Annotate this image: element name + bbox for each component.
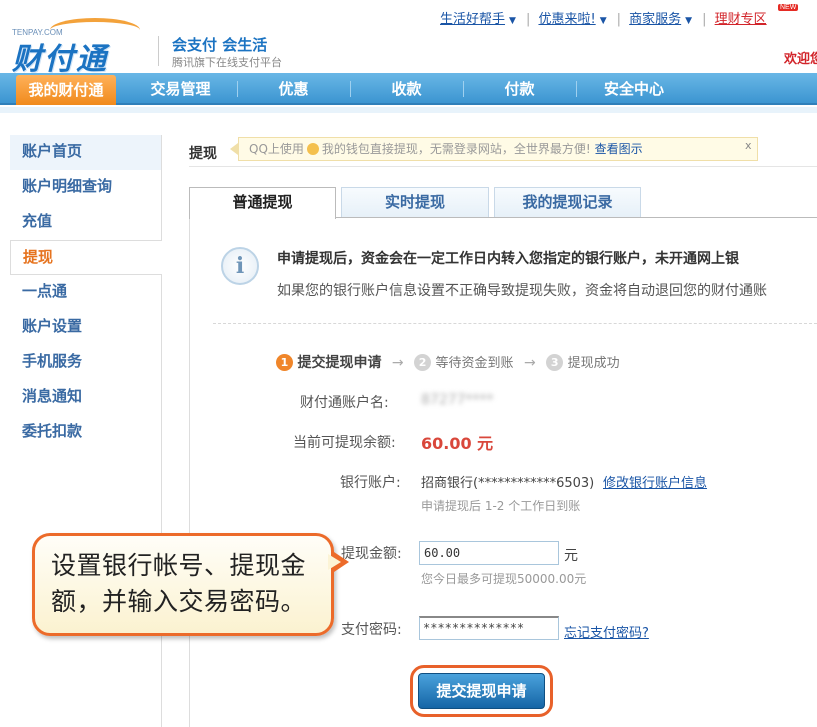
nav-my-tenpay[interactable]: 我的财付通 (16, 75, 116, 105)
amount-input[interactable]: 60.00 (419, 541, 559, 565)
tab-normal-withdraw[interactable]: 普通提现 (189, 187, 336, 219)
arrow-right-icon: → (391, 355, 404, 371)
logo-text: 财付通 (12, 42, 108, 77)
instruction-callout: 设置银行帐号、提现金 额，并输入交易密码。 (32, 533, 334, 636)
submit-withdraw-button[interactable]: 提交提现申请 (418, 673, 545, 709)
password-field[interactable]: ************** (419, 616, 559, 640)
callout-text: 设置银行帐号、提现金 额，并输入交易密码。 (51, 548, 331, 620)
bank-hint: 申请提现后 1-2 个工作日到账 (421, 499, 581, 513)
chevron-down-icon[interactable]: ▼ (685, 16, 692, 26)
nav-divider (237, 81, 238, 97)
nav-divider (576, 81, 577, 97)
tip-pointer (230, 143, 238, 155)
info-icon: i (221, 247, 259, 285)
sidebar-item-statement[interactable]: 账户明细查询 (10, 170, 161, 205)
logo-divider (158, 36, 159, 66)
nav-divider (350, 81, 351, 97)
divider: | (525, 12, 531, 27)
amount-unit: 元 (564, 548, 578, 564)
nav-pay[interactable]: 付款 (467, 73, 572, 105)
account-value: 87277**** (421, 392, 494, 408)
step-2-number: 2 (414, 354, 432, 371)
step-2-label: 等待资金到账 (435, 356, 514, 371)
modify-bank-link[interactable]: 修改银行账户信息 (603, 472, 707, 491)
tip-banner: QQ上使用 我的钱包直接提现，无需登录网站，全世界最方便! 查看图示 (238, 137, 758, 161)
amount-hint: 您今日最多可提现50000.00元 (421, 572, 587, 586)
bank-value: 招商银行(************6503) (421, 476, 595, 491)
tip-prefix: QQ上使用 (249, 142, 304, 156)
tab-instant-withdraw[interactable]: 实时提现 (341, 187, 489, 218)
progress-steps: 1 提交提现申请 → 2 等待资金到账 → 3 提现成功 (276, 352, 620, 372)
password-label: 支付密码: (341, 622, 402, 638)
sub-nav-bar (0, 107, 817, 113)
welcome-text: 欢迎您 (784, 52, 817, 67)
chevron-down-icon[interactable]: ▼ (509, 16, 516, 26)
callout-pointer-inner (328, 554, 341, 570)
divider: | (702, 12, 707, 27)
divider (213, 323, 817, 324)
page-title: 提现 (189, 146, 217, 162)
nav-receive[interactable]: 收款 (354, 73, 459, 105)
amount-label: 提现金额: (341, 546, 402, 562)
chevron-down-icon[interactable]: ▼ (600, 16, 607, 26)
account-label: 财付通账户名: (300, 395, 389, 411)
nav-transactions[interactable]: 交易管理 (128, 73, 233, 105)
sidebar-item-topup[interactable]: 充值 (10, 205, 161, 240)
step-1-number: 1 (276, 354, 293, 371)
notice-line-2: 如果您的银行账户信息设置不正确导致提现失败，资金将自动退回您的财付通账 (277, 283, 767, 299)
balance-value: 60.00 元 (421, 434, 494, 453)
slogan-title: 会支付 会生活 (172, 36, 268, 54)
top-link-finance[interactable]: 理财专区 (715, 12, 767, 27)
sidebar-item-messages[interactable]: 消息通知 (10, 380, 161, 415)
forgot-password-link[interactable]: 忘记支付密码? (564, 622, 649, 641)
top-links: 生活好帮手 ▼ | 优惠来啦! ▼ | 商家服务 ▼ | 理财专区 (440, 8, 767, 27)
main-nav: 我的财付通 交易管理 优惠 收款 付款 安全中心 (0, 73, 817, 105)
balance-label: 当前可提现余额: (293, 435, 396, 451)
wallet-icon (306, 143, 319, 155)
callout-line-2: 额，并输入交易密码。 (51, 587, 307, 616)
divider: | (616, 12, 621, 27)
sidebar-item-auto-debit[interactable]: 委托扣款 (10, 415, 161, 450)
new-badge: NEW (778, 4, 799, 11)
slogan-subtitle: 腾讯旗下在线支付平台 (172, 56, 282, 69)
sidebar-item-home[interactable]: 账户首页 (10, 135, 161, 170)
top-link-deals[interactable]: 优惠来啦! (538, 12, 595, 27)
step-3-number: 3 (546, 354, 564, 371)
divider (189, 166, 817, 167)
step-3-label: 提现成功 (567, 356, 620, 371)
sidebar-item-settings[interactable]: 账户设置 (10, 310, 161, 345)
sidebar: 账户首页 账户明细查询 充值 提现 一点通 账户设置 手机服务 消息通知 委托扣… (10, 135, 162, 727)
sidebar-item-withdraw[interactable]: 提现 (10, 240, 162, 275)
tab-withdraw-records[interactable]: 我的提现记录 (494, 187, 641, 218)
tip-link[interactable]: 查看图示 (595, 142, 643, 156)
arrow-right-icon: → (524, 355, 536, 371)
step-1-label: 提交提现申请 (297, 355, 382, 371)
tip-text: 我的钱包直接提现，无需登录网站，全世界最方便! (321, 142, 591, 156)
bank-label: 银行账户: (340, 475, 401, 491)
top-link-life-helper[interactable]: 生活好帮手 (440, 12, 505, 27)
callout-line-1: 设置银行帐号、提现金 (51, 551, 307, 580)
sidebar-item-mobile[interactable]: 手机服务 (10, 345, 161, 380)
sidebar-item-yidiantong[interactable]: 一点通 (10, 275, 161, 310)
notice-line-1: 申请提现后，资金会在一定工作日内转入您指定的银行账户，未开通网上银 (277, 251, 739, 267)
nav-discounts[interactable]: 优惠 (241, 73, 346, 105)
top-link-merchant[interactable]: 商家服务 (629, 12, 681, 27)
nav-divider (463, 81, 464, 97)
nav-security[interactable]: 安全中心 (580, 73, 688, 105)
close-icon[interactable]: x (745, 139, 752, 152)
